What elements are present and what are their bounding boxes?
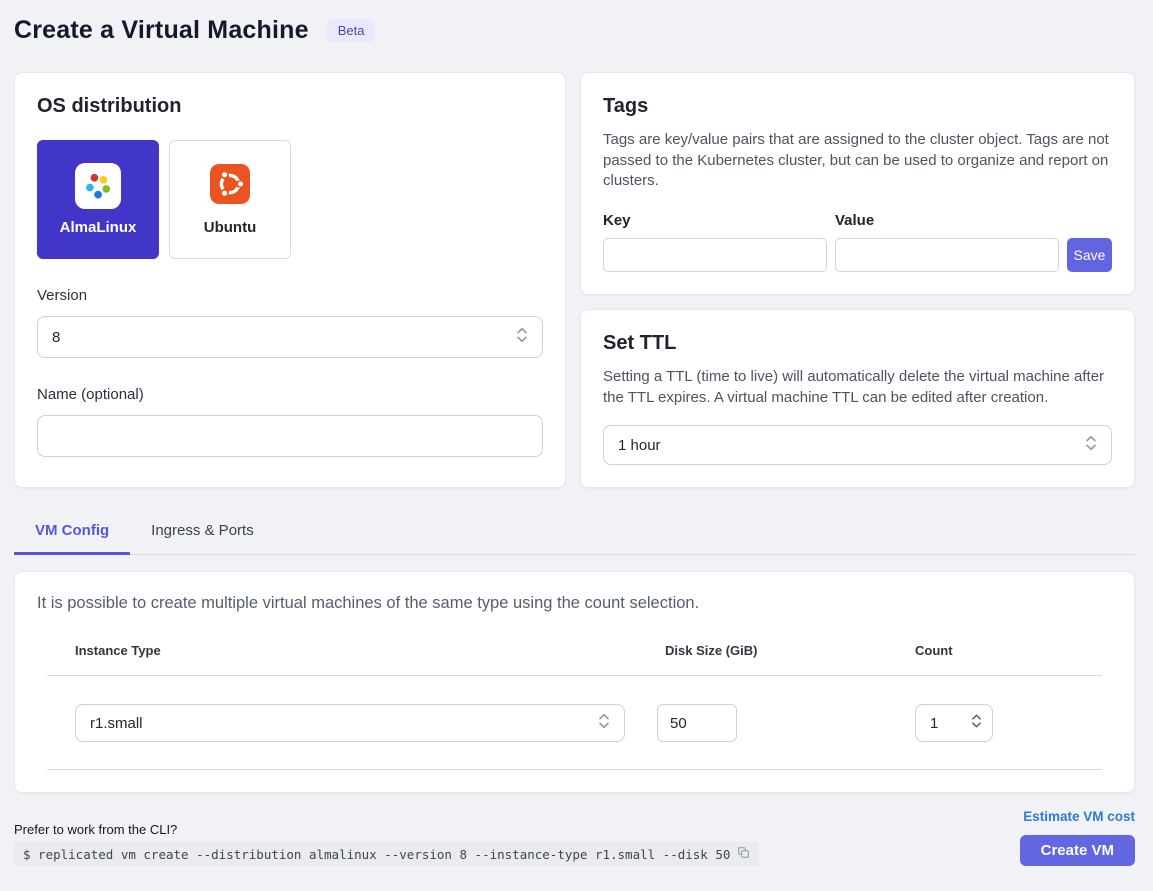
ttl-card-title: Set TTL — [603, 332, 1112, 355]
os-options: AlmaLinux — [37, 140, 543, 259]
version-selected-value: 8 — [52, 329, 60, 346]
os-option-label: Ubuntu — [204, 219, 256, 236]
tag-key-input[interactable] — [603, 238, 827, 272]
vm-config-description: It is possible to create multiple virtua… — [37, 594, 1112, 613]
os-distribution-card: OS distribution AlmaLinux — [14, 72, 566, 488]
chevron-up-down-icon — [1085, 435, 1097, 455]
copy-icon[interactable] — [737, 846, 750, 862]
ttl-description: Setting a TTL (time to live) will automa… — [603, 367, 1112, 408]
count-stepper[interactable]: 1 — [915, 704, 993, 742]
tab-bar: VM Config Ingress & Ports — [14, 510, 1135, 555]
disk-size-input[interactable] — [657, 704, 737, 742]
tag-key-value-row: Key Value Save — [603, 212, 1112, 272]
instance-type-selected-value: r1.small — [90, 715, 143, 732]
vm-table-row: r1.small 1 — [47, 676, 1102, 770]
almalinux-logo-icon — [75, 163, 121, 209]
os-card-title: OS distribution — [37, 95, 543, 118]
ttl-selected-value: 1 hour — [618, 437, 661, 454]
vm-config-card: It is possible to create multiple virtua… — [14, 571, 1135, 793]
version-select[interactable]: 8 — [37, 316, 543, 358]
name-input[interactable] — [37, 415, 543, 457]
estimate-vm-cost-link[interactable]: Estimate VM cost — [1023, 809, 1135, 824]
cli-command-text: $ replicated vm create --distribution al… — [23, 847, 730, 862]
save-tag-button[interactable]: Save — [1067, 238, 1112, 272]
tags-description: Tags are key/value pairs that are assign… — [603, 130, 1112, 192]
footer-actions: Estimate VM cost Create VM — [1020, 809, 1135, 866]
vm-table-header: Instance Type Disk Size (GiB) Count — [47, 643, 1102, 676]
page-title: Create a Virtual Machine — [14, 16, 309, 45]
column-count: Count — [915, 643, 1102, 658]
vm-table: Instance Type Disk Size (GiB) Count r1.s… — [47, 643, 1102, 770]
top-cards-grid: OS distribution AlmaLinux — [14, 72, 1135, 488]
right-column: Tags Tags are key/value pairs that are a… — [580, 72, 1135, 488]
name-label: Name (optional) — [37, 386, 543, 403]
cli-area: Prefer to work from the CLI? $ replicate… — [14, 822, 759, 866]
version-label: Version — [37, 287, 543, 304]
os-option-label: AlmaLinux — [60, 219, 137, 236]
ttl-select[interactable]: 1 hour — [603, 425, 1112, 465]
column-instance-type: Instance Type — [75, 643, 665, 658]
tab-vm-config[interactable]: VM Config — [14, 510, 130, 555]
tab-ingress-ports[interactable]: Ingress & Ports — [130, 510, 275, 555]
beta-badge: Beta — [327, 19, 376, 42]
column-disk-size: Disk Size (GiB) — [665, 643, 915, 658]
tags-card-title: Tags — [603, 95, 1112, 118]
page-footer: Prefer to work from the CLI? $ replicate… — [14, 809, 1135, 866]
stepper-chevrons-icon[interactable] — [971, 713, 982, 733]
ubuntu-logo-icon — [210, 164, 250, 209]
cli-prompt: Prefer to work from the CLI? — [14, 822, 759, 837]
instance-type-select[interactable]: r1.small — [75, 704, 625, 742]
tag-value-input[interactable] — [835, 238, 1059, 272]
set-ttl-card: Set TTL Setting a TTL (time to live) wil… — [580, 309, 1135, 488]
cli-command-block: $ replicated vm create --distribution al… — [14, 842, 759, 866]
chevron-up-down-icon — [598, 713, 610, 733]
tags-card: Tags Tags are key/value pairs that are a… — [580, 72, 1135, 295]
chevron-up-down-icon — [516, 327, 528, 347]
tag-value-label: Value — [835, 212, 1059, 229]
os-option-almalinux[interactable]: AlmaLinux — [37, 140, 159, 259]
page-header: Create a Virtual Machine Beta — [14, 14, 1135, 45]
os-option-ubuntu[interactable]: Ubuntu — [169, 140, 291, 259]
count-value: 1 — [930, 715, 938, 732]
create-vm-button[interactable]: Create VM — [1020, 835, 1135, 866]
tag-key-label: Key — [603, 212, 827, 229]
